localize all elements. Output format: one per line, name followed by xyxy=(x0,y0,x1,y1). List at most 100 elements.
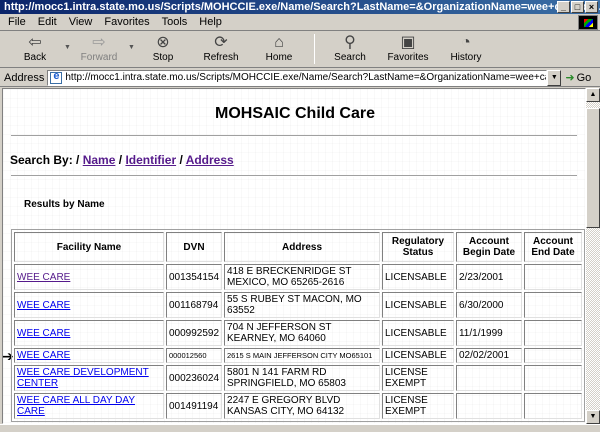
results-label: Results by Name xyxy=(24,199,105,210)
menu-file[interactable]: File xyxy=(2,16,32,28)
home-label: Home xyxy=(265,52,293,63)
cell-dvn: 001354154 xyxy=(165,264,223,290)
favorites-icon: ▣ xyxy=(400,34,416,51)
status-bar xyxy=(0,424,600,432)
cell-facility-name: WEE CARE xyxy=(14,348,164,363)
cell-address: 5801 N 141 FARM RD SPRINGFIELD, MO 65803 xyxy=(224,365,380,391)
cell-dvn: 001168794 xyxy=(165,292,223,318)
search-button[interactable]: ⚲ Search xyxy=(321,32,379,66)
window-controls: _ □ × xyxy=(557,1,598,13)
facility-link[interactable]: WEE CARE xyxy=(17,272,70,283)
search-label: Search xyxy=(334,52,366,63)
search-by-address-link[interactable]: Address xyxy=(186,153,234,167)
stop-label: Stop xyxy=(152,52,174,63)
scroll-up-icon[interactable]: ▲ xyxy=(586,88,600,102)
forward-button[interactable]: ⇨ Forward xyxy=(70,32,128,66)
toolbar: ⇦ Back ▼ ⇨ Forward ▼ ⊗ Stop ⟳ Refresh ⌂ … xyxy=(0,32,600,68)
facility-link[interactable]: WEE CARE xyxy=(17,328,70,339)
menu-favorites[interactable]: Favorites xyxy=(98,16,155,28)
cell-begin-date: 02/02/2001 xyxy=(455,348,522,363)
cell-dvn: 000236024 xyxy=(165,365,223,391)
table-row: WEE CARE 001168794 55 S RUBEY ST MACON, … xyxy=(14,292,582,318)
header-begin-date: Account Begin Date xyxy=(455,232,522,262)
close-button[interactable]: × xyxy=(585,1,598,13)
cell-status: LICENSABLE xyxy=(382,348,454,363)
cell-facility-name: WEE CARE xyxy=(14,264,164,290)
menu-view[interactable]: View xyxy=(63,16,99,28)
cell-address: 2615 S MAIN JEFFERSON CITY MO65101 xyxy=(224,348,380,363)
page-title: MOHSAIC Child Care xyxy=(214,105,375,122)
facility-link[interactable]: WEE CARE xyxy=(17,300,70,311)
cell-status: LICENSABLE xyxy=(382,292,454,318)
ie-page-icon xyxy=(50,71,63,84)
cell-address: 55 S RUBEY ST MACON, MO 63552 xyxy=(224,292,380,318)
divider xyxy=(11,175,577,177)
facility-link[interactable]: WEE CARE ALL DAY DAY CARE xyxy=(17,395,135,417)
search-sep: / xyxy=(179,153,183,167)
table-row: WEE CARE DEVELOPMENT CENTER 000236024 58… xyxy=(14,365,582,391)
maximize-button[interactable]: □ xyxy=(571,1,584,13)
header-end-date: Account End Date xyxy=(523,232,582,262)
cell-dvn: 000012560 xyxy=(165,348,223,363)
history-label: History xyxy=(450,52,482,63)
header-regulatory-status: Regulatory Status xyxy=(382,232,454,262)
search-by-nav: Search By: / Name / Identifier / Address xyxy=(10,153,234,167)
vertical-scrollbar[interactable]: ▲ ▼ xyxy=(586,88,600,424)
table-row: WEE CARE 000992592 704 N JEFFERSON ST KE… xyxy=(14,320,582,346)
scroll-down-icon[interactable]: ▼ xyxy=(586,410,600,424)
header-address: Address xyxy=(224,232,380,262)
cell-status: LICENSE EXEMPT xyxy=(382,393,454,419)
forward-arrow-icon: ⇨ xyxy=(92,34,106,51)
search-by-identifier-link[interactable]: Identifier xyxy=(125,153,176,167)
menu-edit[interactable]: Edit xyxy=(32,16,63,28)
menu-tools[interactable]: Tools xyxy=(156,16,194,28)
back-arrow-icon: ⇦ xyxy=(28,34,42,51)
home-icon: ⌂ xyxy=(274,34,284,51)
minimize-button[interactable]: _ xyxy=(557,1,570,13)
forward-label: Forward xyxy=(80,52,118,63)
go-label: Go xyxy=(576,71,592,84)
cell-begin-date: 11/1/1999 xyxy=(455,320,522,346)
search-by-name-link[interactable]: Name xyxy=(83,153,116,167)
toolbar-separator xyxy=(314,34,315,64)
divider xyxy=(11,135,577,137)
refresh-icon: ⟳ xyxy=(214,34,228,51)
cell-begin-date xyxy=(455,365,522,391)
back-label: Back xyxy=(23,52,47,63)
cell-begin-date: 6/30/2000 xyxy=(455,292,522,318)
cell-facility-name: WEE CARE DEVELOPMENT CENTER xyxy=(14,365,164,391)
cell-address: 418 E BRECKENRIDGE ST MEXICO, MO 65265-2… xyxy=(224,264,380,290)
home-button[interactable]: ⌂ Home xyxy=(250,32,308,66)
cell-status: LICENSABLE xyxy=(382,320,454,346)
window-title-bar: http://mocc1.intra.state.mo.us/Scripts/M… xyxy=(0,0,600,14)
facility-link[interactable]: WEE CARE xyxy=(17,350,70,361)
menu-help[interactable]: Help xyxy=(193,16,228,28)
cell-dvn: 001491194 xyxy=(165,393,223,419)
go-arrow-icon: ➜ xyxy=(565,72,575,84)
scroll-thumb[interactable] xyxy=(586,108,600,228)
address-label: Address xyxy=(4,71,45,84)
address-input[interactable]: http://mocc1.intra.state.mo.us/Scripts/M… xyxy=(47,69,548,86)
table-row: WEE CARE 000012560 2615 S MAIN JEFFERSON… xyxy=(14,348,582,363)
cell-end-date xyxy=(523,264,582,290)
refresh-label: Refresh xyxy=(203,52,239,63)
favorites-button[interactable]: ▣ Favorites xyxy=(379,32,437,66)
stop-button[interactable]: ⊗ Stop xyxy=(134,32,192,66)
history-icon: ◔ xyxy=(461,34,471,51)
cell-end-date xyxy=(523,292,582,318)
refresh-button[interactable]: ⟳ Refresh xyxy=(192,32,250,66)
table-row: WEE CARE 001354154 418 E BRECKENRIDGE ST… xyxy=(14,264,582,290)
history-button[interactable]: ◔ History xyxy=(437,32,495,66)
back-button[interactable]: ⇦ Back xyxy=(6,32,64,66)
go-button[interactable]: ➜ Go xyxy=(561,71,592,85)
cell-end-date xyxy=(523,365,582,391)
cell-address: 704 N JEFFERSON ST KEARNEY, MO 64060 xyxy=(224,320,380,346)
search-icon: ⚲ xyxy=(344,34,356,51)
cell-begin-date: 2/23/2001 xyxy=(455,264,522,290)
header-facility-name: Facility Name xyxy=(14,232,164,262)
page-content: MOHSAIC Child Care Search By: / Name / I… xyxy=(2,88,586,424)
cell-facility-name: WEE CARE ALL DAY DAY CARE xyxy=(14,393,164,419)
results-table: Facility Name DVN Address Regulatory Sta… xyxy=(11,229,585,422)
facility-link[interactable]: WEE CARE DEVELOPMENT CENTER xyxy=(17,367,149,389)
address-dropdown-icon[interactable]: ▼ xyxy=(547,69,562,86)
